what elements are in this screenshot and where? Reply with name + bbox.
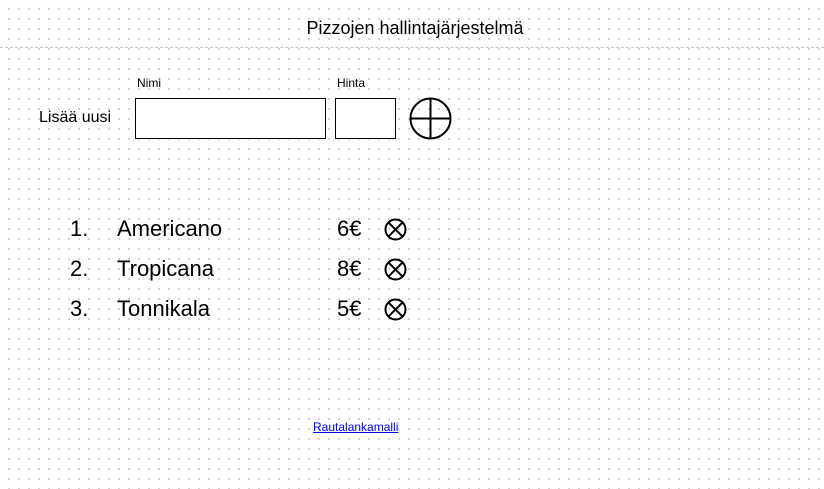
pizza-list: 1. Americano 6€ 2. Tropicana 8€ 3. Tonni… [0,214,420,334]
circle-plus-icon [409,97,452,140]
pizza-number: 2. [70,256,89,281]
pizza-number: 1. [70,216,89,241]
delete-pizza-button[interactable] [384,258,407,281]
price-input[interactable] [335,98,396,139]
pizza-list-item: 3. Tonnikala 5€ [0,294,420,334]
circle-x-icon [384,258,407,281]
circle-x-icon [384,218,407,241]
circle-x-icon [384,298,407,321]
pizza-name: Tropicana [117,256,215,281]
header-divider [0,47,824,48]
pizza-price: 6€ [337,216,362,241]
price-field-label: Hinta [337,76,366,90]
add-new-label: Lisää uusi [39,109,112,126]
page-title: Pizzojen hallintajärjestelmä [306,18,524,38]
pizza-price: 5€ [337,296,362,321]
pizza-list-item: 1. Americano 6€ [0,214,420,254]
pizza-name: Americano [117,216,223,241]
wireframe-link[interactable]: Rautalankamalli [313,420,398,434]
delete-pizza-button[interactable] [384,218,407,241]
delete-pizza-button[interactable] [384,298,407,321]
pizza-list-item: 2. Tropicana 8€ [0,254,420,294]
add-pizza-button[interactable] [409,97,452,140]
pizza-name: Tonnikala [117,296,210,321]
pizza-price: 8€ [337,256,362,281]
name-input[interactable] [135,98,326,139]
name-field-label: Nimi [137,76,161,90]
pizza-number: 3. [70,296,89,321]
